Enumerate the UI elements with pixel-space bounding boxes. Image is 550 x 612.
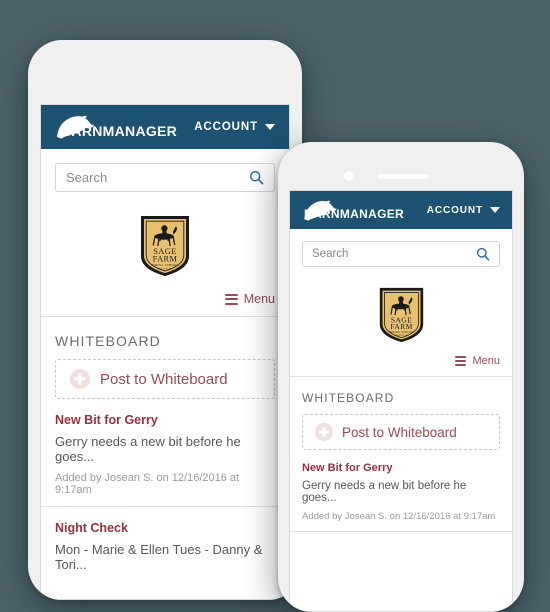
search-input[interactable]: Search — [55, 163, 275, 192]
post-to-whiteboard-button[interactable]: Post to Whiteboard — [55, 359, 275, 399]
search-placeholder: Search — [66, 170, 108, 185]
front-phone-bezel: BARNMANAGER ACCOUNT Search SAGE FARM RID… — [278, 142, 524, 612]
plus-circle-icon — [70, 369, 90, 389]
post-button-area: Post to Whiteboard — [41, 359, 289, 399]
post-button-label: Post to Whiteboard — [100, 370, 228, 388]
back-phone-bezel: BARNMANAGER ACCOUNT Search SAGE FARM RID… — [28, 40, 302, 600]
plus-circle-icon — [315, 423, 333, 441]
post-body: Mon - Marie & Ellen Tues - Danny & Tori.… — [55, 542, 263, 572]
account-menu-button[interactable]: ACCOUNT — [194, 121, 275, 133]
whiteboard-heading: WHITEBOARD — [302, 391, 395, 405]
farm-logo-area: SAGE FARM RIDING SCHOOL BOSTON MA — [41, 196, 289, 284]
search-input[interactable]: Search — [302, 241, 500, 267]
caret-down-icon — [490, 207, 500, 213]
menu-button[interactable]: Menu — [290, 348, 512, 376]
divider — [290, 531, 512, 532]
account-label: ACCOUNT — [426, 204, 483, 216]
whiteboard-post[interactable]: Night Check Mon - Marie & Ellen Tues - D… — [41, 507, 289, 590]
menu-button[interactable]: Menu — [41, 284, 289, 316]
back-phone-device: BARNMANAGER ACCOUNT Search SAGE FARM RID… — [28, 40, 302, 600]
search-icon[interactable] — [476, 247, 490, 261]
barnmanager-logo[interactable]: BARNMANAGER — [302, 200, 404, 221]
post-to-whiteboard-button[interactable]: Post to Whiteboard — [302, 414, 500, 450]
sage-farm-crest[interactable]: SAGE FARM RIDING SCHOOL BOSTON MA — [139, 214, 191, 278]
farm-logo-area: SAGE FARM RIDING SCHOOL BOSTON MA — [290, 271, 512, 348]
menu-label: Menu — [472, 355, 500, 367]
app-navbar: BARNMANAGER ACCOUNT — [41, 105, 289, 149]
whiteboard-post[interactable]: New Bit for Gerry Gerry needs a new bit … — [290, 450, 512, 531]
crest-line-3: RIDING SCHOOL — [151, 263, 179, 267]
search-area: Search — [41, 149, 289, 196]
front-phone-device: BARNMANAGER ACCOUNT Search SAGE FARM RID… — [278, 142, 524, 612]
menu-label: Menu — [243, 292, 275, 306]
whiteboard-post[interactable]: New Bit for Gerry Gerry needs a new bit … — [41, 399, 289, 506]
logo-wordmark: BARNMANAGER — [61, 123, 178, 139]
hamburger-icon — [455, 356, 467, 366]
account-label: ACCOUNT — [194, 121, 258, 133]
post-body: Gerry needs a new bit before he goes... — [55, 434, 241, 464]
crest-line-4: BOSTON MA — [157, 267, 173, 270]
crest-line-4: BOSTON MA — [394, 334, 409, 337]
earpiece-speaker — [378, 174, 429, 179]
barnmanager-logo[interactable]: BARNMANAGER — [55, 115, 177, 139]
post-body: Gerry needs a new bit before he goes... — [302, 480, 467, 504]
crest-line-3: RIDING SCHOOL — [389, 331, 414, 334]
post-title: Night Check — [55, 521, 128, 535]
search-area: Search — [290, 229, 512, 271]
mockup-stage: BARNMANAGER ACCOUNT Search SAGE FARM RID… — [0, 0, 550, 612]
post-button-label: Post to Whiteboard — [342, 424, 457, 440]
sage-farm-crest[interactable]: SAGE FARM RIDING SCHOOL BOSTON MA — [378, 286, 425, 344]
front-phone-screen: BARNMANAGER ACCOUNT Search SAGE FARM RID… — [289, 190, 513, 612]
hamburger-icon — [224, 293, 238, 305]
search-icon[interactable] — [249, 170, 264, 185]
post-title: New Bit for Gerry — [302, 462, 393, 474]
app-navbar: BARNMANAGER ACCOUNT — [290, 191, 512, 229]
caret-down-icon — [265, 124, 275, 130]
search-placeholder: Search — [312, 248, 349, 260]
whiteboard-heading: WHITEBOARD — [55, 333, 161, 349]
post-button-area: Post to Whiteboard — [290, 414, 512, 450]
back-phone-screen: BARNMANAGER ACCOUNT Search SAGE FARM RID… — [40, 104, 290, 600]
front-camera-icon — [344, 171, 354, 181]
crest-line-2: FARM — [390, 322, 412, 331]
account-menu-button[interactable]: ACCOUNT — [427, 205, 500, 216]
logo-wordmark: BARNMANAGER — [304, 206, 404, 221]
post-title: New Bit for Gerry — [55, 413, 158, 427]
post-meta: Added by Josean S. on 12/16/2016 at 9:17… — [302, 511, 496, 522]
post-meta: Added by Josean S. on 12/16/2016 at 9:17… — [55, 472, 240, 496]
